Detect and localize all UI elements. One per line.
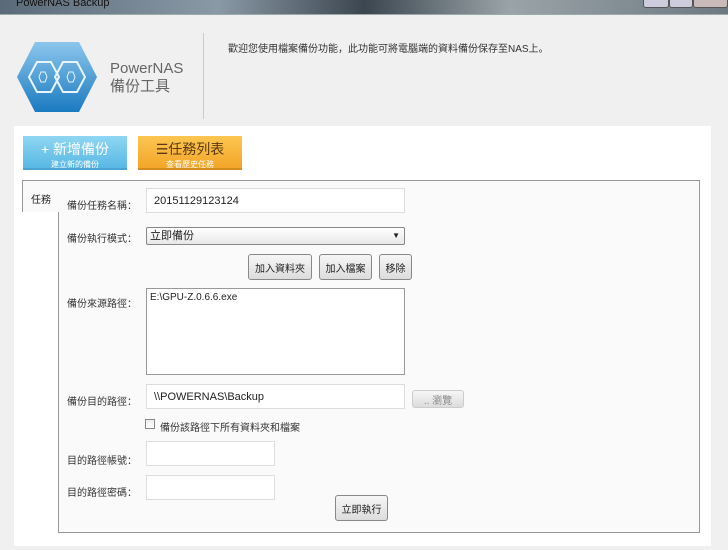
all-subfolders-label: 備份該路徑下所有資料夾和檔案 xyxy=(160,423,300,434)
password-input[interactable] xyxy=(146,475,275,500)
brand-subtitle: 備份工具 xyxy=(110,78,171,95)
task-list-sub: 查看歷史任務 xyxy=(166,160,214,169)
welcome-text: 歡迎您使用檔案備份功能，此功能可將電腦端的資料備份保存至NAS上。 xyxy=(228,44,549,55)
brand: PowerNAS 備份工具 xyxy=(110,60,183,96)
mode-select[interactable]: 立即備份 ▼ xyxy=(146,227,405,245)
source-label: 備份來源路徑： xyxy=(67,299,137,310)
run-now-button[interactable]: 立即執行 xyxy=(335,495,388,521)
dest-input[interactable]: \\POWERNAS\Backup xyxy=(146,384,405,409)
browse-button[interactable]: .. 瀏覽 xyxy=(412,390,464,408)
task-name-label: 備份任務名稱： xyxy=(67,201,137,212)
task-name-input[interactable]: 20151129123124 xyxy=(146,188,405,213)
header-divider xyxy=(203,33,204,119)
mode-label: 備份執行模式： xyxy=(67,234,137,245)
dest-label: 備份目的路徑： xyxy=(67,397,137,408)
all-subfolders-checkbox[interactable] xyxy=(145,419,155,429)
tab-task[interactable]: 任務 xyxy=(22,180,59,212)
password-label: 目的路徑密碼： xyxy=(67,488,137,499)
maximize-button[interactable] xyxy=(669,0,693,8)
account-input[interactable] xyxy=(146,441,275,466)
window-title: PowerNAS Backup xyxy=(16,0,110,9)
add-folder-button[interactable]: 加入資料夾 xyxy=(248,254,312,280)
brand-name: PowerNAS xyxy=(110,60,184,77)
source-item[interactable]: E:\GPU-Z.0.6.6.exe xyxy=(150,292,401,303)
title-bar: PowerNAS Backup xyxy=(0,0,728,14)
mode-value: 立即備份 xyxy=(150,230,194,242)
new-backup-label: + 新增備份 xyxy=(40,141,110,157)
account-label: 目的路徑帳號： xyxy=(67,456,137,467)
add-file-button[interactable]: 加入檔案 xyxy=(319,254,372,280)
new-backup-button[interactable]: + 新增備份 建立新的備份 xyxy=(23,136,127,170)
list-icon: ☰ xyxy=(155,141,169,157)
powernas-logo-icon xyxy=(17,42,97,112)
remove-button[interactable]: 移除 xyxy=(379,254,412,280)
task-list-label: 任務列表 xyxy=(168,141,225,157)
dropdown-arrow-icon: ▼ xyxy=(392,231,400,240)
minimize-button[interactable] xyxy=(643,0,669,8)
task-list-button[interactable]: ☰任務列表 查看歷史任務 xyxy=(138,136,242,170)
close-button[interactable] xyxy=(693,0,728,8)
new-backup-sub: 建立新的備份 xyxy=(51,160,99,169)
source-list[interactable]: E:\GPU-Z.0.6.6.exe xyxy=(146,288,405,375)
